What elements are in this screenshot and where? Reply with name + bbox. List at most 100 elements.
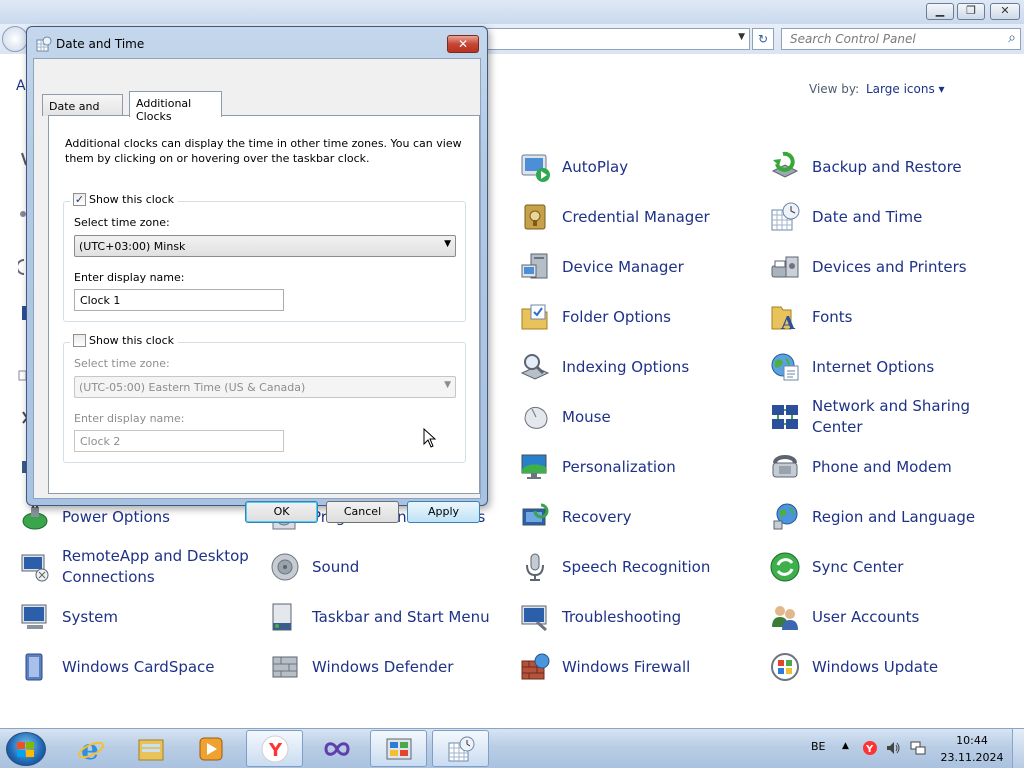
cp-item-windows-defender[interactable]: Windows Defender [268, 645, 513, 689]
cp-item-speech-recognition[interactable]: Speech Recognition [518, 545, 763, 589]
cp-item-phone-and-modem[interactable]: Phone and Modem [768, 445, 1013, 489]
cp-item-label: Recovery [562, 507, 632, 526]
cp-item-label: Phone and Modem [812, 457, 952, 476]
cp-item-network-and-sharing-center[interactable]: Network and Sharing Center [768, 385, 1013, 449]
show-desktop-button[interactable] [1012, 729, 1024, 768]
cp-item-label: Device Manager [562, 257, 684, 276]
clock2-show-checkbox-row[interactable]: Show this clock [70, 334, 178, 347]
cp-item-label: Indexing Options [562, 357, 690, 376]
cp-item-folder-options[interactable]: Folder Options [518, 295, 763, 339]
control-panel-icon [386, 738, 411, 759]
clock2-timezone-value: (UTC-05:00) Eastern Time (US & Canada) [79, 381, 306, 394]
clock-time[interactable]: 10:44 [948, 734, 996, 747]
cp-item-remoteapp-and-desktop-connections[interactable]: RemoteApp and Desktop Connections [18, 535, 263, 599]
date-time-icon [36, 36, 52, 52]
volume-icon[interactable] [885, 740, 901, 756]
cp-item-indexing-options[interactable]: Indexing Options [518, 345, 763, 389]
recovery-icon [518, 500, 552, 534]
back-button[interactable] [2, 26, 28, 52]
search-icon[interactable]: ⌕ [1008, 30, 1016, 46]
cp-item-recovery[interactable]: Recovery [518, 495, 763, 539]
cp-item-windows-update[interactable]: Windows Update [768, 645, 1013, 689]
yandex-browser-icon: Y [261, 735, 288, 762]
taskbar-windows-explorer[interactable] [122, 730, 179, 767]
chevron-down-icon[interactable]: ▼ [738, 32, 745, 42]
cardspace-icon [18, 650, 52, 684]
cp-item-autoplay[interactable]: AutoPlay [518, 145, 763, 189]
speaker-icon [268, 550, 302, 584]
cp-item-label: AutoPlay [562, 157, 629, 176]
network-icon [768, 400, 802, 434]
cancel-button[interactable]: Cancel [326, 501, 399, 523]
taskbar-media-player[interactable] [182, 730, 239, 767]
cp-item-user-accounts[interactable]: User Accounts [768, 595, 1013, 639]
clock1-name-field[interactable]: Clock 1 [74, 289, 284, 311]
cp-item-taskbar-and-start-menu[interactable]: Taskbar and Start Menu [268, 595, 513, 639]
maximize-button[interactable]: ❐ [957, 3, 985, 20]
taskbar-internet-explorer[interactable]: e [62, 730, 119, 767]
internet-explorer-icon: e [77, 734, 104, 764]
clock2-name-field: Clock 2 [74, 430, 284, 452]
cp-item-device-manager[interactable]: Device Manager [518, 245, 763, 289]
cp-item-sync-center[interactable]: Sync Center [768, 545, 1013, 589]
taskbar-yandex-browser[interactable]: Y [246, 730, 303, 767]
cp-item-mouse[interactable]: Mouse [518, 395, 763, 439]
clock1-show-checkbox[interactable]: ✓ [73, 193, 86, 206]
cp-item-region-and-language[interactable]: Region and Language [768, 495, 1013, 539]
refresh-button[interactable]: ↻ [752, 28, 774, 50]
clock1-show-checkbox-row[interactable]: ✓ Show this clock [70, 193, 178, 206]
network-tray-icon[interactable] [910, 740, 926, 756]
cp-item-fonts[interactable]: A Fonts [768, 295, 1013, 339]
cp-item-sound[interactable]: Sound [268, 545, 513, 589]
cp-item-label: Sync Center [812, 557, 904, 576]
refresh-icon: ↻ [757, 32, 769, 46]
backup-icon [768, 150, 802, 184]
cp-item-troubleshooting[interactable]: Troubleshooting [518, 595, 763, 639]
close-button[interactable]: ✕ [990, 3, 1020, 20]
clock2-name-label: Enter display name: [74, 412, 185, 425]
clock2-show-checkbox[interactable] [73, 334, 86, 347]
cp-item-backup-and-restore[interactable]: Backup and Restore [768, 145, 1013, 189]
indexing-icon [518, 350, 552, 384]
dialog-close-button[interactable]: ✕ [447, 35, 479, 53]
apply-button[interactable]: Apply [407, 501, 480, 523]
chevron-down-icon: ▼ [444, 239, 451, 249]
tab-additional-clocks[interactable]: Additional Clocks [129, 91, 222, 123]
windows-logo-icon [17, 742, 34, 757]
clock-date[interactable]: 23.11.2024 [940, 751, 1004, 764]
cp-item-label: Windows Update [812, 657, 939, 676]
control-panel-title-bar[interactable]: ▁ ❐ ✕ [0, 0, 1024, 24]
show-hidden-icons-button[interactable]: ▲ [842, 741, 849, 751]
yandex-tray-icon[interactable]: Y [862, 740, 878, 756]
cp-item-windows-firewall[interactable]: Windows Firewall [518, 645, 763, 689]
explorer-icon [138, 739, 163, 760]
cp-item-label: Network and Sharing Center [812, 397, 970, 436]
address-bar[interactable]: ▼ [484, 28, 750, 50]
cp-item-label: Region and Language [812, 507, 976, 526]
tab-date-and-time[interactable]: Date and Time [42, 94, 123, 126]
minimize-button[interactable]: ▁ [926, 3, 954, 20]
cp-item-label: System [62, 607, 118, 626]
autoplay-icon [518, 150, 552, 184]
cp-item-credential-manager[interactable]: Credential Manager [518, 195, 763, 239]
date-time-icon [768, 200, 802, 234]
cp-item-label: Folder Options [562, 307, 671, 326]
dialog-title: Date and Time [56, 37, 145, 51]
search-input[interactable]: Search Control Panel ⌕ [781, 28, 1021, 50]
language-indicator[interactable]: BE [811, 740, 826, 753]
clock1-timezone-select[interactable]: (UTC+03:00) Minsk ▼ [74, 235, 456, 257]
taskbar-date-and-time[interactable] [432, 730, 489, 767]
taskbar-visual-studio[interactable] [308, 730, 365, 767]
cp-item-label: Fonts [812, 307, 853, 326]
cp-item-date-and-time[interactable]: Date and Time [768, 195, 1013, 239]
cp-item-devices-and-printers[interactable]: Devices and Printers [768, 245, 1013, 289]
taskbar-control-panel[interactable] [370, 730, 427, 767]
ok-button[interactable]: OK [245, 501, 318, 523]
cp-item-label: Devices and Printers [812, 257, 967, 276]
view-by-dropdown[interactable]: Large icons ▾ [866, 82, 945, 96]
cp-item-windows-cardspace[interactable]: Windows CardSpace [18, 645, 263, 689]
cp-item-personalization[interactable]: Personalization [518, 445, 763, 489]
device-manager-icon [518, 250, 552, 284]
cp-item-system[interactable]: System [18, 595, 263, 639]
cp-item-internet-options[interactable]: Internet Options [768, 345, 1013, 389]
